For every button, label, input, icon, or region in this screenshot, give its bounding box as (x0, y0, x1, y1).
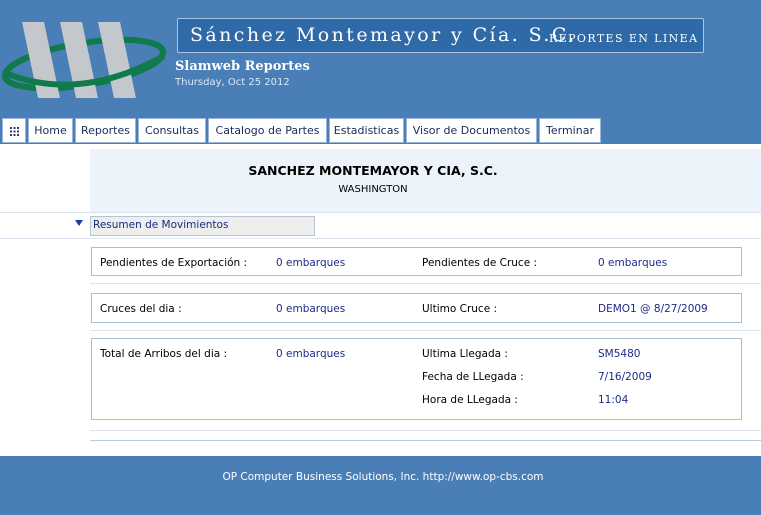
menu-catalogo-de-partes[interactable]: Catalogo de Partes (208, 118, 327, 143)
menu-bar: Home Reportes Consultas Catalogo de Part… (0, 116, 761, 144)
company-banner: Sánchez Montemayor y Cía. S.C. REPORTES … (177, 18, 704, 53)
menu-estadisticas[interactable]: Estadisticas (329, 118, 404, 143)
cruces-dia-label: Cruces del dia : (100, 303, 182, 315)
summary-card-arribos: Total de Arribos del dia : 0 embarques U… (91, 338, 742, 420)
arribos-dia-value: 0 embarques (276, 348, 346, 360)
menu-grid-button[interactable] (2, 118, 26, 143)
divider (90, 283, 761, 284)
company-city: WASHINGTON (338, 184, 408, 195)
cruces-dia-value: 0 embarques (276, 303, 346, 315)
menu-visor-de-documentos[interactable]: Visor de Documentos (406, 118, 537, 143)
company-info-panel: SANCHEZ MONTEMAYOR Y CIA, S.C. WASHINGTO… (90, 149, 761, 212)
fecha-llegada-value: 7/16/2009 (598, 371, 652, 383)
pendientes-cruce-label: Pendientes de Cruce : (422, 257, 538, 269)
triangle-down-icon[interactable] (75, 220, 83, 226)
ultima-llegada-value: SM5480 (598, 348, 641, 360)
summary-card-cruces: Cruces del dia : 0 embarques Ultimo Cruc… (91, 293, 742, 323)
ultimo-cruce-value: DEMO1 @ 8/27/2009 (598, 303, 708, 315)
hora-llegada-label: Hora de LLegada : (422, 394, 518, 406)
menu-reportes[interactable]: Reportes (75, 118, 136, 143)
pendientes-cruce-value: 0 embarques (598, 257, 668, 269)
menu-consultas[interactable]: Consultas (138, 118, 206, 143)
arribos-dia-label: Total de Arribos del dia : (100, 348, 228, 360)
menu-home[interactable]: Home (28, 118, 73, 143)
grid-icon (9, 121, 19, 144)
company-name: SANCHEZ MONTEMAYOR Y CIA, S.C. (248, 163, 498, 178)
company-logo (0, 14, 172, 104)
banner-tagline: REPORTES EN LINEA (549, 32, 699, 45)
pendientes-exportacion-label: Pendientes de Exportación : (100, 257, 248, 269)
banner-company-name: Sánchez Montemayor y Cía. S.C. (190, 24, 577, 46)
summary-card-pendientes: Pendientes de Exportación : 0 embarques … (91, 247, 742, 276)
fecha-llegada-label: Fecha de LLegada : (422, 371, 524, 383)
ultimo-cruce-label: Ultimo Cruce : (422, 303, 498, 315)
current-date: Thursday, Oct 25 2012 (175, 77, 290, 88)
header: Sánchez Montemayor y Cía. S.C. REPORTES … (0, 0, 761, 116)
menu-terminar[interactable]: Terminar (539, 118, 601, 143)
divider (90, 440, 761, 441)
hora-llegada-value: 11:04 (598, 394, 629, 406)
divider (0, 238, 761, 239)
pendientes-exportacion-value: 0 embarques (276, 257, 346, 269)
section-header-resumen[interactable]: Resumen de Movimientos (90, 216, 315, 236)
footer-text: OP Computer Business Solutions, Inc. htt… (222, 471, 544, 483)
ultima-llegada-label: Ultima Llegada : (422, 348, 508, 360)
footer: OP Computer Business Solutions, Inc. htt… (0, 456, 761, 515)
divider (90, 430, 761, 431)
section-title: Resumen de Movimientos (93, 219, 229, 231)
app-name: Slamweb Reportes (175, 59, 310, 74)
divider (0, 212, 761, 213)
divider (90, 330, 761, 331)
